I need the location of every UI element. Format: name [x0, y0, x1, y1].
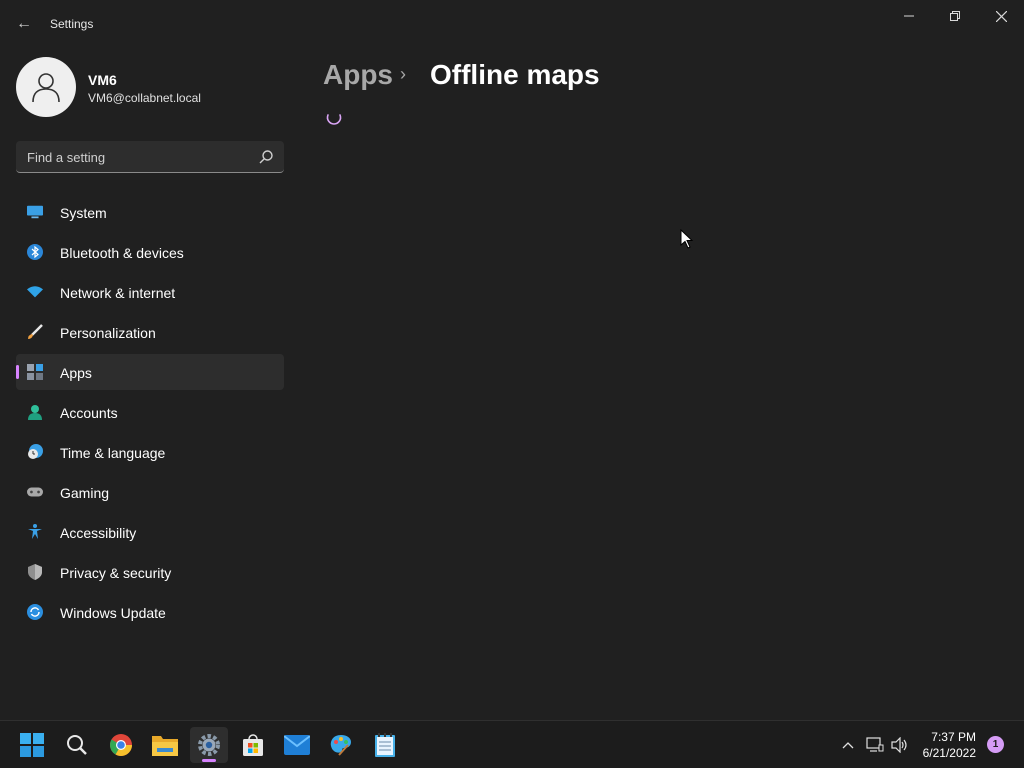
page-title: Offline maps [430, 59, 600, 90]
taskbar-file-explorer[interactable] [146, 727, 184, 763]
ethernet-icon [866, 737, 884, 752]
sidebar-item-label: Apps [60, 365, 92, 381]
sidebar-item-accounts[interactable]: Accounts [16, 394, 284, 430]
minimize-icon [904, 15, 914, 17]
sidebar-item-network[interactable]: Network & internet [16, 274, 284, 310]
user-icon [32, 73, 60, 103]
bluetooth-icon [27, 244, 43, 260]
show-hidden-icons-button[interactable] [838, 735, 858, 755]
sidebar-nav: System Bluetooth & devices Network & int… [16, 194, 284, 634]
taskbar-notepad[interactable] [366, 727, 404, 763]
mouse-cursor-icon [680, 229, 694, 249]
chrome-icon [110, 734, 132, 756]
sidebar-item-label: Network & internet [60, 285, 176, 301]
settings-icon [198, 734, 220, 756]
apps-icon [27, 364, 43, 380]
update-icon [27, 604, 43, 620]
system-icon [27, 204, 43, 220]
clock-time[interactable]: 7:37 PM [931, 730, 976, 744]
avatar[interactable] [16, 57, 76, 117]
sidebar-item-windows-update[interactable]: Windows Update [16, 594, 284, 630]
back-button[interactable]: ← [12, 10, 36, 38]
sidebar-item-apps[interactable]: Apps [16, 354, 284, 390]
person-icon [27, 404, 43, 420]
sidebar-item-bluetooth[interactable]: Bluetooth & devices [16, 234, 284, 270]
close-button[interactable] [978, 0, 1024, 32]
title-bar: ← Settings [0, 0, 1024, 48]
notepad-icon [375, 733, 395, 757]
sidebar-item-label: Accounts [60, 405, 118, 421]
sidebar-item-label: Windows Update [60, 605, 166, 621]
clock-date[interactable]: 6/21/2022 [923, 746, 976, 760]
shield-icon [27, 564, 43, 580]
taskbar-paint[interactable] [322, 727, 360, 763]
search-input[interactable]: Find a setting [16, 141, 284, 173]
mail-icon [284, 735, 310, 755]
taskbar-chrome[interactable] [102, 727, 140, 763]
loading-spinner-icon [326, 114, 342, 125]
window-title: Settings [50, 17, 94, 31]
store-icon [243, 734, 263, 756]
notification-badge[interactable]: 1 [987, 736, 1004, 753]
search-icon[interactable] [258, 149, 274, 165]
sidebar-item-label: Bluetooth & devices [60, 245, 184, 261]
sidebar-item-system[interactable]: System [16, 194, 284, 230]
active-app-indicator [202, 759, 216, 762]
volume-tray-button[interactable] [890, 735, 910, 755]
breadcrumb-separator-icon: › [400, 64, 406, 84]
chevron-up-icon [842, 742, 854, 749]
sidebar-item-time-language[interactable]: Time & language [16, 434, 284, 470]
user-name: VM6 [88, 72, 117, 88]
brush-icon [27, 324, 43, 340]
volume-icon [891, 737, 907, 753]
taskbar: 7:37 PM 6/21/2022 [0, 720, 1024, 768]
search-icon [67, 735, 87, 755]
restore-button[interactable] [932, 0, 978, 32]
start-button[interactable] [13, 727, 51, 763]
taskbar-search-button[interactable] [58, 727, 96, 763]
search-placeholder: Find a setting [27, 150, 106, 165]
clock-globe-icon [27, 444, 43, 460]
taskbar-store[interactable] [234, 727, 272, 763]
taskbar-settings[interactable] [190, 727, 228, 763]
sidebar-item-personalization[interactable]: Personalization [16, 314, 284, 350]
file-explorer-icon [152, 736, 178, 756]
sidebar-item-gaming[interactable]: Gaming [16, 474, 284, 510]
breadcrumb-parent[interactable]: Apps [323, 59, 393, 91]
sidebar-item-accessibility[interactable]: Accessibility [16, 514, 284, 550]
gamepad-icon [27, 484, 43, 500]
sidebar-item-label: Personalization [60, 325, 156, 341]
close-icon [995, 10, 1007, 22]
sidebar-item-label: Accessibility [60, 525, 137, 541]
minimize-button[interactable] [886, 0, 932, 32]
taskbar-mail[interactable] [278, 727, 316, 763]
sidebar-item-privacy[interactable]: Privacy & security [16, 554, 284, 590]
selection-indicator [16, 365, 19, 379]
network-tray-button[interactable] [865, 735, 885, 755]
wifi-icon [27, 284, 43, 300]
paint-icon [330, 735, 351, 756]
sidebar-item-label: Gaming [60, 485, 110, 501]
user-email: VM6@collabnet.local [88, 91, 201, 105]
accessibility-icon [27, 524, 43, 540]
back-arrow-icon: ← [16, 15, 32, 32]
restore-icon [950, 11, 960, 21]
sidebar-item-label: Time & language [60, 445, 166, 461]
sidebar-item-label: System [60, 205, 107, 221]
start-icon [20, 733, 44, 757]
sidebar-item-label: Privacy & security [60, 565, 172, 581]
